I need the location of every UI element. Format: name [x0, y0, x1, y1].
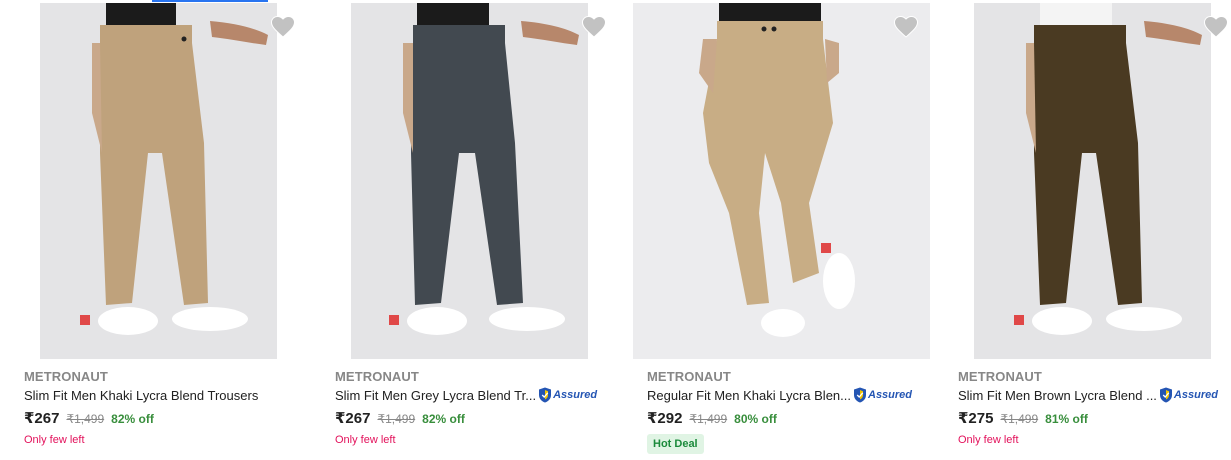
shield-icon	[1159, 387, 1172, 403]
assured-badge: Assured	[538, 387, 597, 403]
wishlist-heart-icon[interactable]	[581, 14, 607, 40]
assured-label: Assured	[553, 389, 598, 401]
discount-label: 82% off	[422, 412, 465, 426]
stock-warning: Only few left	[24, 434, 85, 446]
brand-name: METRONAUT	[335, 369, 419, 384]
price-row: ₹292 ₹1,499 80% off	[647, 409, 777, 427]
product-image[interactable]	[40, 3, 277, 359]
price-row: ₹275 ₹1,499 81% off	[958, 409, 1088, 427]
wishlist-heart-icon[interactable]	[893, 14, 919, 40]
product-title[interactable]: Slim Fit Men Khaki Lycra Blend Trousers	[24, 388, 258, 403]
title-row: Regular Fit Men Khaki Lycra Blen... Assu…	[647, 386, 912, 404]
assured-badge: Assured	[853, 387, 912, 403]
product-image[interactable]	[633, 3, 930, 359]
title-row: Slim Fit Men Brown Lycra Blend ... Assur…	[958, 386, 1218, 404]
hot-deal-badge: Hot Deal	[647, 434, 704, 454]
product-card[interactable]: METRONAUT Slim Fit Men Khaki Lycra Blend…	[24, 0, 304, 460]
selling-price: ₹275	[958, 410, 994, 427]
product-card[interactable]: METRONAUT Slim Fit Men Grey Lycra Blend …	[335, 0, 615, 460]
discount-label: 80% off	[734, 412, 777, 426]
product-grid: METRONAUT Slim Fit Men Khaki Lycra Blend…	[0, 0, 1231, 460]
wishlist-heart-icon[interactable]	[1203, 14, 1229, 40]
product-image[interactable]	[351, 3, 588, 359]
product-card[interactable]: METRONAUT Slim Fit Men Brown Lycra Blend…	[958, 0, 1231, 460]
price-row: ₹267 ₹1,499 82% off	[335, 409, 465, 427]
discount-label: 81% off	[1045, 412, 1088, 426]
assured-label: Assured	[868, 389, 913, 401]
selling-price: ₹267	[335, 410, 371, 427]
assured-label: Assured	[1173, 389, 1218, 401]
title-row: Slim Fit Men Khaki Lycra Blend Trousers	[24, 386, 258, 404]
original-price: ₹1,499	[66, 412, 105, 426]
title-row: Slim Fit Men Grey Lycra Blend Tr... Assu…	[335, 386, 597, 404]
discount-label: 82% off	[111, 412, 154, 426]
product-title[interactable]: Regular Fit Men Khaki Lycra Blen...	[647, 388, 851, 403]
shield-icon	[854, 387, 866, 403]
product-title[interactable]: Slim Fit Men Grey Lycra Blend Tr...	[335, 388, 536, 403]
assured-badge: Assured	[1159, 387, 1218, 403]
price-row: ₹267 ₹1,499 82% off	[24, 409, 154, 427]
brand-name: METRONAUT	[24, 369, 108, 384]
brand-name: METRONAUT	[958, 369, 1042, 384]
stock-warning: Only few left	[335, 434, 396, 446]
original-price: ₹1,499	[689, 412, 728, 426]
product-image[interactable]	[974, 3, 1211, 359]
stock-warning: Only few left	[958, 434, 1019, 446]
original-price: ₹1,499	[377, 412, 416, 426]
shield-icon	[539, 387, 552, 403]
wishlist-heart-icon[interactable]	[270, 14, 296, 40]
product-title[interactable]: Slim Fit Men Brown Lycra Blend ...	[958, 388, 1157, 403]
original-price: ₹1,499	[1000, 412, 1039, 426]
selling-price: ₹267	[24, 410, 60, 427]
selling-price: ₹292	[647, 410, 683, 427]
product-card[interactable]: METRONAUT Regular Fit Men Khaki Lycra Bl…	[633, 0, 933, 460]
brand-name: METRONAUT	[647, 369, 731, 384]
